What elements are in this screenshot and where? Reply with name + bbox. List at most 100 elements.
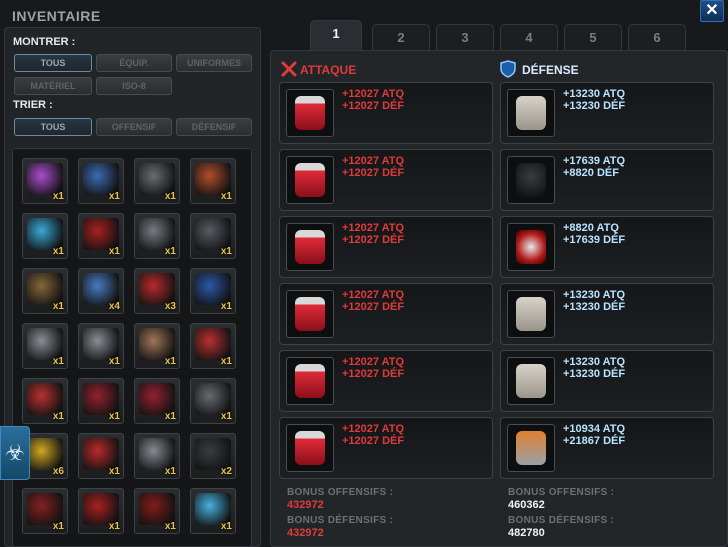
biohazard-icon[interactable]: ☣ (0, 426, 30, 480)
inventory-slot[interactable]: x1 (78, 378, 124, 424)
item-count: x1 (164, 356, 176, 367)
inventory-slot[interactable]: x1 (22, 378, 68, 424)
inventory-slot[interactable]: x1 (78, 158, 124, 204)
attack-equipment-card[interactable]: +12027 ATQ +12027 DÉF (279, 283, 493, 345)
tab-6[interactable]: 6 (628, 24, 686, 50)
inventory-slot[interactable]: x1 (134, 158, 180, 204)
item-count: x2 (220, 466, 232, 477)
item-count: x1 (108, 356, 120, 367)
item-count: x1 (220, 246, 232, 257)
tab-2[interactable]: 2 (372, 24, 430, 50)
item-count: x1 (164, 191, 176, 202)
attack-bonus-defensive-label: BONUS DÉFENSIFS : (287, 515, 394, 526)
inventory-slot[interactable]: x1 (22, 268, 68, 314)
def-stat: +12027 DÉF (342, 435, 405, 447)
atq-stat: +12027 ATQ (342, 289, 405, 301)
inventory-slot[interactable]: x1 (134, 433, 180, 479)
inventory-slot[interactable]: x1 (22, 158, 68, 204)
item-count: x1 (164, 521, 176, 532)
atq-stat: +12027 ATQ (342, 423, 405, 435)
sort-all-button[interactable]: TOUS (14, 118, 92, 136)
defense-equipment-card[interactable]: +8820 ATQ +17639 DÉF (500, 216, 714, 278)
attack-bonus-offensive-label: BONUS OFFENSIFS : (287, 487, 394, 498)
tab-5[interactable]: 5 (564, 24, 622, 50)
attack-equipment-card[interactable]: +12027 ATQ +12027 DÉF (279, 350, 493, 412)
inventory-slot[interactable]: x1 (134, 213, 180, 259)
atq-stat: +12027 ATQ (342, 155, 405, 167)
def-stat: +8820 DÉF (563, 167, 619, 179)
attack-equipment-card[interactable]: +12027 ATQ +12027 DÉF (279, 417, 493, 479)
inventory-slot[interactable]: x4 (78, 268, 124, 314)
item-count: x1 (220, 521, 232, 532)
attack-equipment-card[interactable]: +12027 ATQ +12027 DÉF (279, 82, 493, 144)
item-count: x3 (164, 301, 176, 312)
attack-header: ATTAQUE (300, 63, 357, 77)
inventory-slot[interactable]: x1 (78, 433, 124, 479)
atq-stat: +17639 ATQ (563, 155, 626, 167)
inventory-slot[interactable]: x2 (190, 433, 236, 479)
filter-material-button[interactable]: MATÉRIEL (14, 77, 92, 95)
defense-equipment-card[interactable]: +13230 ATQ +13230 DÉF (500, 283, 714, 345)
item-count: x6 (52, 466, 64, 477)
inventory-slot[interactable]: x1 (190, 323, 236, 369)
inventory-slot[interactable]: x1 (22, 488, 68, 534)
def-stat: +12027 DÉF (342, 167, 405, 179)
item-count: x1 (108, 521, 120, 532)
inventory-slot[interactable]: x1 (78, 213, 124, 259)
defense-equipment-card[interactable]: +13230 ATQ +13230 DÉF (500, 350, 714, 412)
def-stat: +17639 DÉF (563, 234, 626, 246)
atq-stat: +12027 ATQ (342, 356, 405, 368)
defense-equipment-card[interactable]: +10934 ATQ +21867 DÉF (500, 417, 714, 479)
def-stat: +12027 DÉF (342, 100, 405, 112)
defense-header: DÉFENSE (522, 63, 579, 77)
def-stat: +12027 DÉF (342, 301, 405, 313)
item-count: x1 (220, 356, 232, 367)
item-count: x1 (164, 466, 176, 477)
crossed-swords-icon (281, 61, 297, 77)
filter-all-button[interactable]: TOUS (14, 54, 92, 72)
attack-equipment-card[interactable]: +12027 ATQ +12027 DÉF (279, 216, 493, 278)
newspaper-icon (507, 89, 555, 137)
item-count: x1 (220, 411, 232, 422)
sort-offensive-button[interactable]: OFFENSIF (96, 118, 172, 136)
atq-stat: +13230 ATQ (563, 289, 626, 301)
show-label: MONTRER : (13, 36, 76, 48)
fedora-icon (507, 156, 555, 204)
close-button[interactable]: ✕ (700, 0, 724, 22)
inventory-slot[interactable]: x1 (134, 323, 180, 369)
filter-iso8-button[interactable]: ISO-8 (96, 77, 172, 95)
item-count: x1 (220, 191, 232, 202)
web-emblem-icon (507, 223, 555, 271)
attack-equipment-card[interactable]: +12027 ATQ +12027 DÉF (279, 149, 493, 211)
inventory-slot[interactable]: x1 (78, 488, 124, 534)
item-count: x1 (52, 191, 64, 202)
defense-equipment-card[interactable]: +13230 ATQ +13230 DÉF (500, 82, 714, 144)
inventory-slot[interactable]: x1 (134, 378, 180, 424)
tab-1[interactable]: 1 (310, 20, 362, 50)
inventory-slot[interactable]: x1 (78, 323, 124, 369)
sort-defensive-button[interactable]: DÉFENSIF (176, 118, 252, 136)
defense-bonus-defensive-value: 482780 (508, 527, 545, 539)
filter-equip-button[interactable]: ÉQUIP. (96, 54, 172, 72)
item-count: x1 (108, 246, 120, 257)
tab-4[interactable]: 4 (500, 24, 558, 50)
inventory-slot[interactable]: x1 (22, 323, 68, 369)
inventory-slot[interactable]: x1 (190, 268, 236, 314)
defense-bonus-defensive-label: BONUS DÉFENSIFS : (508, 515, 615, 526)
inventory-slot[interactable]: x1 (134, 488, 180, 534)
defense-equipment-card[interactable]: +17639 ATQ +8820 DÉF (500, 149, 714, 211)
inventory-slot[interactable]: x1 (190, 488, 236, 534)
newspaper-icon (507, 290, 555, 338)
power-fist-icon (507, 424, 555, 472)
def-stat: +13230 DÉF (563, 100, 626, 112)
inventory-slot[interactable]: x1 (190, 378, 236, 424)
inventory-slot[interactable]: x3 (134, 268, 180, 314)
inventory-slot[interactable]: x1 (22, 213, 68, 259)
tab-3[interactable]: 3 (436, 24, 494, 50)
filter-uniforms-button[interactable]: UNIFORMES (176, 54, 252, 72)
item-count: x4 (108, 301, 120, 312)
def-stat: +12027 DÉF (342, 234, 405, 246)
defense-bonus-offensive-label: BONUS OFFENSIFS : (508, 487, 615, 498)
inventory-slot[interactable]: x1 (190, 158, 236, 204)
inventory-slot[interactable]: x1 (190, 213, 236, 259)
